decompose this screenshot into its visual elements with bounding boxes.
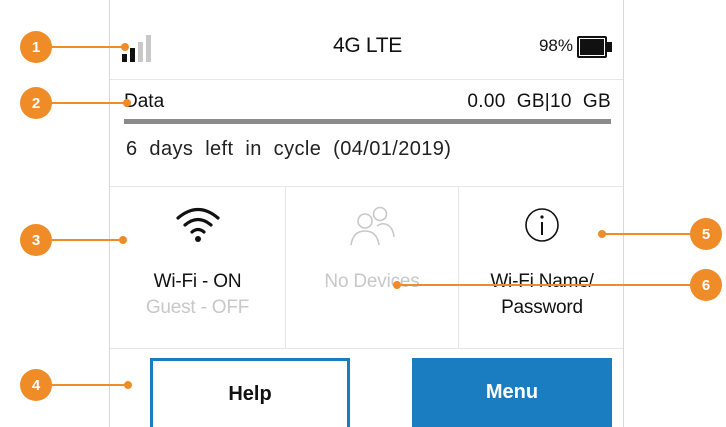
devices-tile[interactable]: No Devices (285, 187, 459, 349)
callout-4: 4 (20, 369, 52, 401)
callout-dot-4 (124, 381, 132, 389)
people-icon (350, 206, 395, 246)
wifi-tile[interactable]: Wi-Fi - ON Guest - OFF (110, 187, 285, 349)
callout-leader-4 (51, 384, 128, 386)
callout-3: 3 (20, 224, 52, 256)
devices-status: No Devices (324, 271, 420, 292)
callout-6: 6 (690, 269, 722, 301)
callout-5: 5 (690, 218, 722, 250)
callout-dot-6 (393, 281, 401, 289)
status-bar: 4G LTE 98% (110, 0, 623, 80)
callout-dot-5 (598, 230, 606, 238)
callout-leader-2 (51, 102, 127, 104)
callout-leader-6 (397, 284, 693, 286)
battery-icon (577, 36, 607, 58)
battery-percent: 98% (538, 36, 573, 55)
callout-dot-2 (123, 99, 131, 107)
device-screen: 4G LTE 98% Data 0.00 GB|10 GB 6 days lef… (109, 0, 624, 427)
callout-dot-1 (121, 43, 129, 51)
wifi-status: Wi-Fi - ON (153, 271, 242, 292)
guest-wifi-status: Guest - OFF (145, 297, 250, 318)
callout-2: 2 (20, 87, 52, 119)
battery-tip (607, 42, 612, 52)
callout-dot-3 (119, 236, 127, 244)
wifi-name-password-tile[interactable]: Wi-Fi Name/ Password (459, 187, 623, 349)
billing-cycle-text: 6 days left in cycle (04/01/2019) (126, 138, 452, 160)
help-button[interactable]: Help (150, 358, 350, 427)
wifi-name-label: Wi-Fi Name/ (490, 271, 594, 292)
wifi-icon (175, 207, 220, 242)
callout-leader-1 (51, 46, 125, 48)
password-label: Password (501, 297, 583, 318)
callout-leader-3 (51, 239, 123, 241)
data-usage-section[interactable]: Data 0.00 GB|10 GB 6 days left in cycle … (110, 80, 623, 187)
battery-fill (580, 39, 604, 55)
data-usage-bar (124, 119, 611, 124)
callout-1: 1 (20, 31, 52, 63)
data-usage-value: 0.00 GB|10 GB (467, 91, 611, 112)
menu-button[interactable]: Menu (412, 358, 612, 427)
info-icon (525, 208, 559, 242)
quick-tiles: Wi-Fi - ON Guest - OFF No Devices Wi-Fi … (110, 187, 623, 349)
callout-leader-5 (603, 233, 693, 235)
